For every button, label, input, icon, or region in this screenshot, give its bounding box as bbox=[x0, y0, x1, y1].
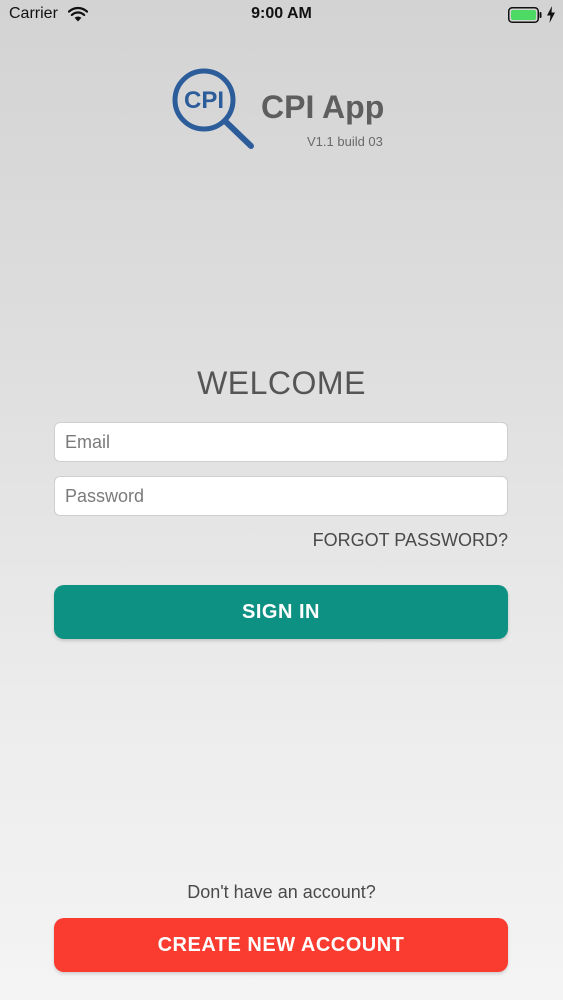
magnifier-logo-icon: CPI bbox=[172, 68, 254, 149]
status-time: 9:00 AM bbox=[251, 5, 312, 22]
app-version: V1.1 build 03 bbox=[307, 134, 383, 149]
sign-in-button[interactable]: SIGN IN bbox=[54, 585, 508, 639]
logo-text: CPI bbox=[184, 87, 224, 114]
lightning-bolt-icon bbox=[547, 6, 555, 23]
welcome-heading: WELCOME bbox=[197, 365, 366, 401]
forgot-password-link[interactable]: FORGOT PASSWORD? bbox=[313, 530, 508, 551]
create-account-button[interactable]: CREATE NEW ACCOUNT bbox=[54, 918, 508, 972]
email-field[interactable] bbox=[54, 422, 508, 462]
password-field[interactable] bbox=[54, 476, 508, 516]
status-bar: Carrier 9:00 AM bbox=[0, 0, 563, 30]
battery-full-icon bbox=[508, 7, 542, 23]
no-account-prompt: Don't have an account? bbox=[187, 882, 376, 902]
app-name: CPI App bbox=[261, 89, 385, 125]
